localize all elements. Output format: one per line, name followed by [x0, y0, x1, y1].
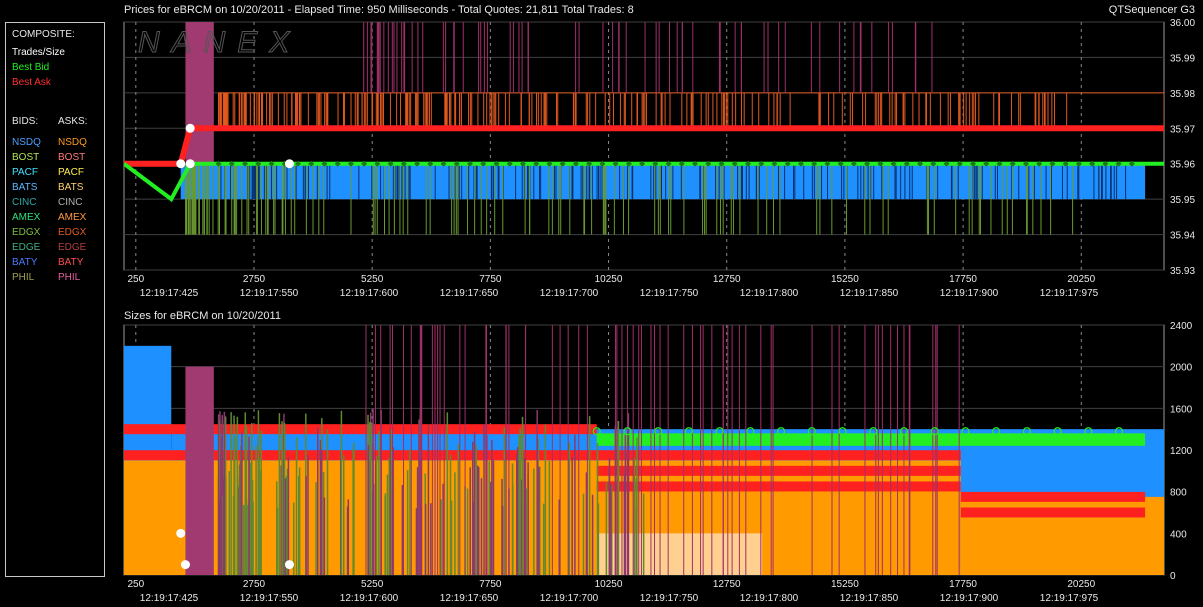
size-y-tick-label: 2000 [1170, 363, 1193, 374]
price-y-tick-label: 35.96 [1170, 160, 1195, 171]
size-series-best-ask-band [960, 491, 1146, 502]
price-time-tick-label: 12:19:17:550 [240, 288, 299, 299]
price-trade-point [185, 159, 195, 169]
size-x-tick-label: 7750 [479, 579, 502, 590]
size-time-tick-label: 12:19:17:800 [740, 593, 799, 604]
size-x-tick-label: 2750 [243, 579, 266, 590]
size-y-tick-label: 400 [1170, 529, 1187, 540]
size-time-tick-label: 12:19:17:425 [140, 593, 199, 604]
price-time-tick-label: 12:19:17:900 [940, 288, 999, 299]
size-x-tick-label: 5250 [361, 579, 384, 590]
size-x-tick-label: 12750 [713, 579, 741, 590]
size-time-tick-label: 12:19:17:550 [240, 593, 299, 604]
size-time-tick-label: 12:19:17:600 [340, 593, 399, 604]
size-chart: 2400 2000 1600 1200 800 400 0 250 2750 5250 7750 10… [123, 321, 1193, 604]
size-x-tick-label: 250 [127, 579, 144, 590]
size-time-tick-label: 12:19:17:750 [640, 593, 699, 604]
size-y-tick-label: 2400 [1170, 321, 1193, 332]
size-x-tick-label: 15250 [831, 579, 859, 590]
price-y-tick-label: 35.93 [1170, 266, 1195, 277]
size-x-tick-label: 20250 [1067, 579, 1095, 590]
price-x-tick-label: 2750 [243, 274, 266, 285]
size-y-tick-label: 1600 [1170, 404, 1193, 415]
size-series-best-bid [596, 433, 1146, 446]
price-y-tick-label: 36.00 [1170, 18, 1195, 29]
price-x-tick-label: 10250 [595, 274, 623, 285]
charts-canvas: 36.00 35.99 35.98 35.97 35.96 35.95 35.94 35.93… [123, 18, 1195, 604]
price-time-tick-label: 12:19:17:850 [840, 288, 899, 299]
price-series-nsdq-band [180, 163, 1146, 200]
size-x-tick-label: 17750 [949, 579, 977, 590]
size-time-tick-label: 12:19:17:900 [940, 593, 999, 604]
price-time-tick-label: 12:19:17:800 [740, 288, 799, 299]
price-time-tick-label: 12:19:17:600 [340, 288, 399, 299]
size-trade-point [284, 560, 294, 570]
size-y-tick-label: 1200 [1170, 446, 1193, 457]
price-time-tick-label: 12:19:17:650 [440, 288, 499, 299]
price-time-tick-label: 12:19:17:425 [140, 288, 199, 299]
size-y-tick-label: 0 [1170, 571, 1176, 582]
size-time-tick-label: 12:19:17:850 [840, 593, 899, 604]
size-series-best-ask-band [960, 507, 1146, 518]
price-time-tick-label: 12:19:17:975 [1040, 288, 1099, 299]
size-time-tick-label: 12:19:17:700 [540, 593, 599, 604]
size-x-tick-label: 10250 [595, 579, 623, 590]
size-time-tick-label: 12:19:17:650 [440, 593, 499, 604]
price-chart: 36.00 35.99 35.98 35.97 35.96 35.95 35.94 35.93… [123, 18, 1195, 299]
price-y-tick-label: 35.95 [1170, 195, 1195, 206]
price-y-tick-label: 35.99 [1170, 53, 1195, 64]
price-time-tick-label: 12:19:17:750 [640, 288, 699, 299]
price-trade-point [185, 123, 195, 133]
price-x-tick-label: 5250 [361, 274, 384, 285]
size-y-tick-label: 800 [1170, 488, 1187, 499]
price-time-tick-label: 12:19:17:700 [540, 288, 599, 299]
price-trade-point [176, 159, 186, 169]
price-x-tick-label: 12750 [713, 274, 741, 285]
price-x-tick-label: 7750 [479, 274, 502, 285]
price-trade-point [284, 159, 294, 169]
size-time-tick-label: 12:19:17:975 [1040, 593, 1099, 604]
price-x-tick-label: 250 [127, 274, 144, 285]
price-y-tick-label: 35.94 [1170, 231, 1195, 242]
size-trade-point [176, 528, 186, 538]
price-y-tick-label: 35.97 [1170, 124, 1195, 135]
price-plot-frame [123, 21, 1165, 271]
size-phil-block [185, 366, 214, 575]
nanex-watermark: NANEX [138, 26, 301, 59]
size-trade-point [180, 560, 190, 570]
price-x-tick-label: 17750 [949, 274, 977, 285]
price-y-tick-label: 35.98 [1170, 89, 1195, 100]
price-x-tick-label: 20250 [1067, 274, 1095, 285]
price-x-tick-label: 15250 [831, 274, 859, 285]
